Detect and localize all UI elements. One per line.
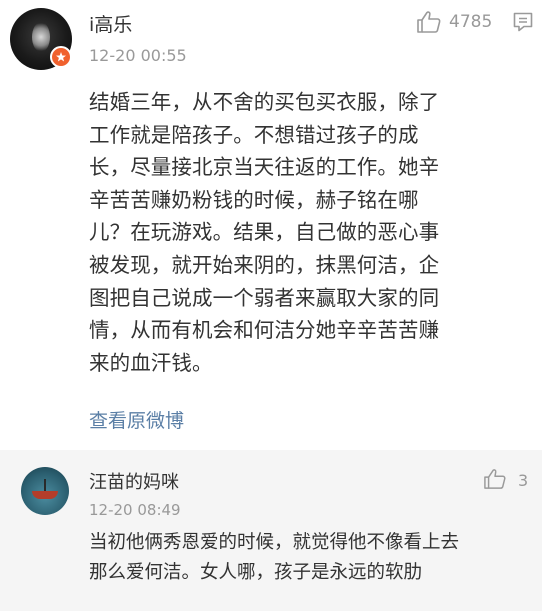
main-comment: i高乐 12-20 00:55 4785 结婚三年，从不舍的买包买衣服，除了 工…: [0, 0, 542, 450]
comment-line: 情，从而有机会和何洁分她辛辛苦苦赚: [89, 318, 440, 343]
like-count: 3: [518, 471, 529, 490]
comment-line: 结婚三年，从不舍的买包买衣服，除了: [89, 90, 440, 114]
comment-line: 长，尽量接北京当天往返的工作。她辛: [89, 155, 440, 180]
username[interactable]: i高乐: [89, 10, 132, 37]
thumbs-up-icon: [417, 11, 441, 33]
comment-line: 儿？在玩游戏。结果，自己做的恶心事: [89, 220, 440, 245]
comment-body: 结婚三年，从不舍的买包买衣服，除了 工作就是陪孩子。不想错过孩子的成 长，尽量接…: [89, 86, 529, 379]
comment-line: 当初他俩秀恩爱的时候，就觉得他不像看上去: [89, 532, 460, 553]
username[interactable]: 汪苗的妈咪: [89, 468, 179, 494]
timestamp: 12-20 00:55: [89, 46, 187, 65]
comment-line: 辛苦苦赚奶粉钱的时候，赫子铭在哪: [89, 187, 419, 212]
comment-body: 当初他俩秀恩爱的时候，就觉得他不像看上去 那么爱何洁。女人哪，孩子是永远的软肋: [89, 528, 534, 588]
avatar[interactable]: [21, 467, 69, 515]
sub-comment: 汪苗的妈咪 12-20 08:49 3 当初他俩秀恩爱的时候，就觉得他不像看上去…: [0, 450, 542, 611]
reply-button[interactable]: [512, 11, 534, 37]
timestamp: 12-20 08:49: [89, 501, 181, 519]
comment-icon: [513, 12, 533, 32]
comment-line: 工作就是陪孩子。不想错过孩子的成: [89, 122, 419, 147]
like-count: 4785: [449, 12, 493, 32]
comment-line: 被发现，就开始来阴的，抹黑何洁，企: [89, 252, 440, 277]
like-button[interactable]: [483, 468, 507, 494]
like-button[interactable]: [416, 10, 442, 38]
comment-line: 图把自己说成一个弱者来赢取大家的同: [89, 285, 440, 310]
comment-line: 来的血汗钱。: [89, 350, 213, 375]
verified-badge-icon: [50, 46, 72, 68]
thumbs-up-icon: [484, 469, 506, 489]
view-original-link[interactable]: 查看原微博: [89, 406, 184, 433]
comment-line: 那么爱何洁。女人哪，孩子是永远的软肋: [89, 562, 423, 583]
